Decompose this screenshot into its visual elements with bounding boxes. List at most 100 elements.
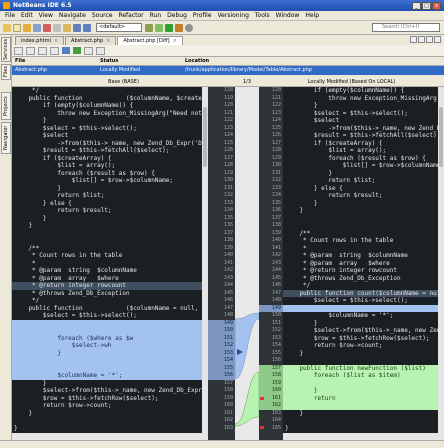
code-line[interactable]: foreach ($list as $item) <box>283 372 438 380</box>
code-line[interactable]: */ <box>12 87 202 95</box>
code-line[interactable]: $result = $this->fetchAll($select); <box>283 132 438 140</box>
tab-abstract-php[interactable]: Abstract.php × <box>65 36 117 45</box>
code-line[interactable] <box>12 237 202 245</box>
code-line[interactable]: foreach ($result as $row) { <box>12 170 202 178</box>
side-tab-files[interactable]: Files <box>1 64 11 80</box>
column-file[interactable]: File <box>12 57 97 65</box>
code-line[interactable]: throw new Exception_MissingArg("Need not… <box>12 110 202 118</box>
code-line[interactable]: if ($createArray) { <box>12 155 202 163</box>
new-project-icon[interactable] <box>3 23 11 32</box>
code-line[interactable]: return <box>283 394 438 402</box>
clean-build-icon[interactable] <box>155 23 163 32</box>
code-line[interactable] <box>283 402 438 410</box>
scroll-thumb[interactable] <box>203 107 207 167</box>
build-icon[interactable] <box>145 23 153 32</box>
menu-navigate[interactable]: Navigate <box>56 12 89 19</box>
code-line[interactable] <box>283 222 438 230</box>
tab-index-phtml[interactable]: index.phtml × <box>15 36 65 45</box>
right-code-editor[interactable]: if (empty($columnName)) { throw new Exce… <box>283 87 438 440</box>
redo-icon[interactable] <box>83 23 91 32</box>
code-line[interactable]: $columnName = '*'; <box>283 312 438 320</box>
code-line[interactable]: * <box>283 245 438 253</box>
configuration-combo[interactable]: <default> <box>96 23 142 32</box>
column-location[interactable]: Location <box>182 57 444 65</box>
left-horizontal-scrollbar[interactable] <box>12 433 202 440</box>
left-code-editor[interactable]: */ public function ($columnName, $create… <box>12 87 202 440</box>
code-line[interactable]: } <box>12 380 202 388</box>
code-line[interactable]: return $row->count; <box>283 342 438 350</box>
code-line[interactable] <box>283 357 438 365</box>
export-diff-icon[interactable] <box>38 46 47 55</box>
maximize-button[interactable]: □ <box>422 1 431 10</box>
code-line[interactable]: $row = $this->fetchRow($select); <box>12 395 202 403</box>
next-difference-icon[interactable] <box>73 47 81 54</box>
scroll-left-icon[interactable] <box>410 36 417 43</box>
menu-window[interactable]: Window <box>273 12 303 19</box>
code-line[interactable]: * <box>12 260 202 268</box>
side-tab-projects[interactable]: Projects <box>1 92 11 120</box>
diff-options-icon[interactable] <box>26 46 35 55</box>
save-icon[interactable] <box>33 23 41 32</box>
column-status[interactable]: Status <box>97 57 182 65</box>
code-line[interactable]: * @return integer rowcount <box>283 267 438 275</box>
code-line[interactable]: */ <box>12 297 202 305</box>
code-line[interactable] <box>283 379 438 387</box>
open-folder-icon[interactable] <box>23 23 31 32</box>
code-line[interactable]: * @param array $where <box>12 275 202 283</box>
refresh-diff-icon[interactable] <box>14 46 23 55</box>
paste-icon[interactable] <box>63 23 71 32</box>
code-line[interactable]: * @param array $where <box>283 260 438 268</box>
close-tab-icon[interactable]: × <box>54 38 58 44</box>
code-line[interactable] <box>12 357 202 365</box>
code-line[interactable]: } <box>283 410 438 418</box>
undo-icon[interactable] <box>73 23 81 32</box>
code-line[interactable]: return $result; <box>283 192 438 200</box>
code-line[interactable]: * Count rows in the table <box>12 252 202 260</box>
menu-versioning[interactable]: Versioning <box>215 12 252 19</box>
code-line[interactable]: } <box>283 350 438 358</box>
code-line[interactable]: } <box>12 117 202 125</box>
update-icon[interactable] <box>84 46 93 55</box>
code-line[interactable]: if ($createArray) { <box>283 140 438 148</box>
code-line[interactable]: $select = $this->select(); <box>283 297 438 305</box>
code-line[interactable]: } else { <box>283 185 438 193</box>
code-line[interactable]: /** <box>12 245 202 253</box>
code-line[interactable]: } <box>283 200 438 208</box>
code-line[interactable]: public function count($columnName = null… <box>283 289 438 297</box>
code-line[interactable]: $select = $this->select(); <box>283 110 438 118</box>
code-line[interactable]: $result = $this->fetchAll($select); <box>12 147 202 155</box>
code-line[interactable]: $select = $this->select(); <box>12 125 202 133</box>
close-tab-icon[interactable]: × <box>173 38 177 44</box>
code-line[interactable]: /** <box>283 230 438 238</box>
code-line[interactable]: public function ($columnName = null, arr… <box>12 305 202 313</box>
code-line[interactable]: } <box>283 207 438 215</box>
search-input[interactable]: Search (Ctrl+I) <box>372 23 440 32</box>
code-line[interactable]: * @throws Zend_Db_Exception <box>12 290 202 298</box>
code-line[interactable] <box>283 417 438 425</box>
menu-source[interactable]: Source <box>89 12 116 19</box>
menu-view[interactable]: View <box>36 12 56 19</box>
code-line[interactable]: $list = array(); <box>12 162 202 170</box>
code-line[interactable]: $select->wh <box>12 342 202 350</box>
code-line[interactable]: return $row->count; <box>12 402 202 410</box>
code-line[interactable]: } <box>12 410 202 418</box>
menu-tools[interactable]: Tools <box>252 12 273 19</box>
profile-icon[interactable] <box>185 23 193 32</box>
menu-file[interactable]: File <box>2 12 18 19</box>
code-line[interactable] <box>12 327 202 335</box>
code-line[interactable]: if (empty($columnName)) { <box>283 87 438 95</box>
code-line[interactable] <box>12 230 202 238</box>
code-line[interactable] <box>283 304 438 312</box>
code-line[interactable]: $select->from($this->_name, new Zend_Db_… <box>12 387 202 395</box>
code-line[interactable]: foreach ($where as $w <box>12 334 202 342</box>
code-line[interactable]: public function newFunction ($list) <box>283 364 438 372</box>
code-line[interactable]: * @param string $columnName <box>12 267 202 275</box>
menu-profile[interactable]: Profile <box>190 12 215 19</box>
code-line[interactable] <box>12 417 202 425</box>
code-line[interactable]: $list[] = $row->$columnName; <box>283 162 438 170</box>
maximize-editor-icon[interactable] <box>434 36 441 43</box>
new-file-icon[interactable] <box>13 23 21 32</box>
code-line[interactable] <box>283 215 438 223</box>
close-tab-icon[interactable]: × <box>106 38 110 44</box>
code-line[interactable]: return $list; <box>12 192 202 200</box>
